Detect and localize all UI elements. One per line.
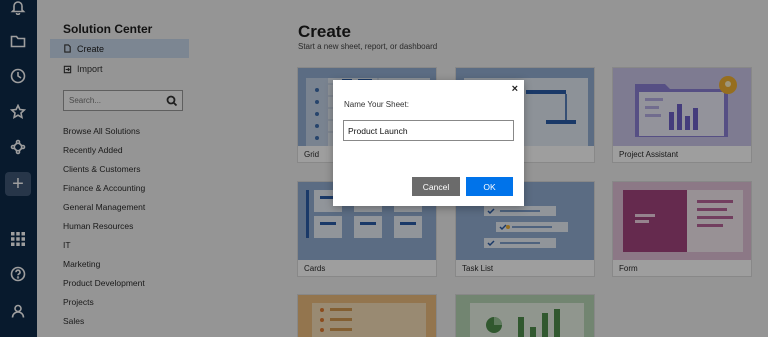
name-sheet-dialog: × Name Your Sheet: Cancel OK [333, 80, 524, 206]
sheet-name-input[interactable] [343, 120, 514, 141]
close-icon[interactable]: × [512, 83, 518, 95]
ok-button[interactable]: OK [466, 177, 513, 196]
cancel-button[interactable]: Cancel [412, 177, 460, 196]
dialog-prompt: Name Your Sheet: [344, 100, 409, 109]
